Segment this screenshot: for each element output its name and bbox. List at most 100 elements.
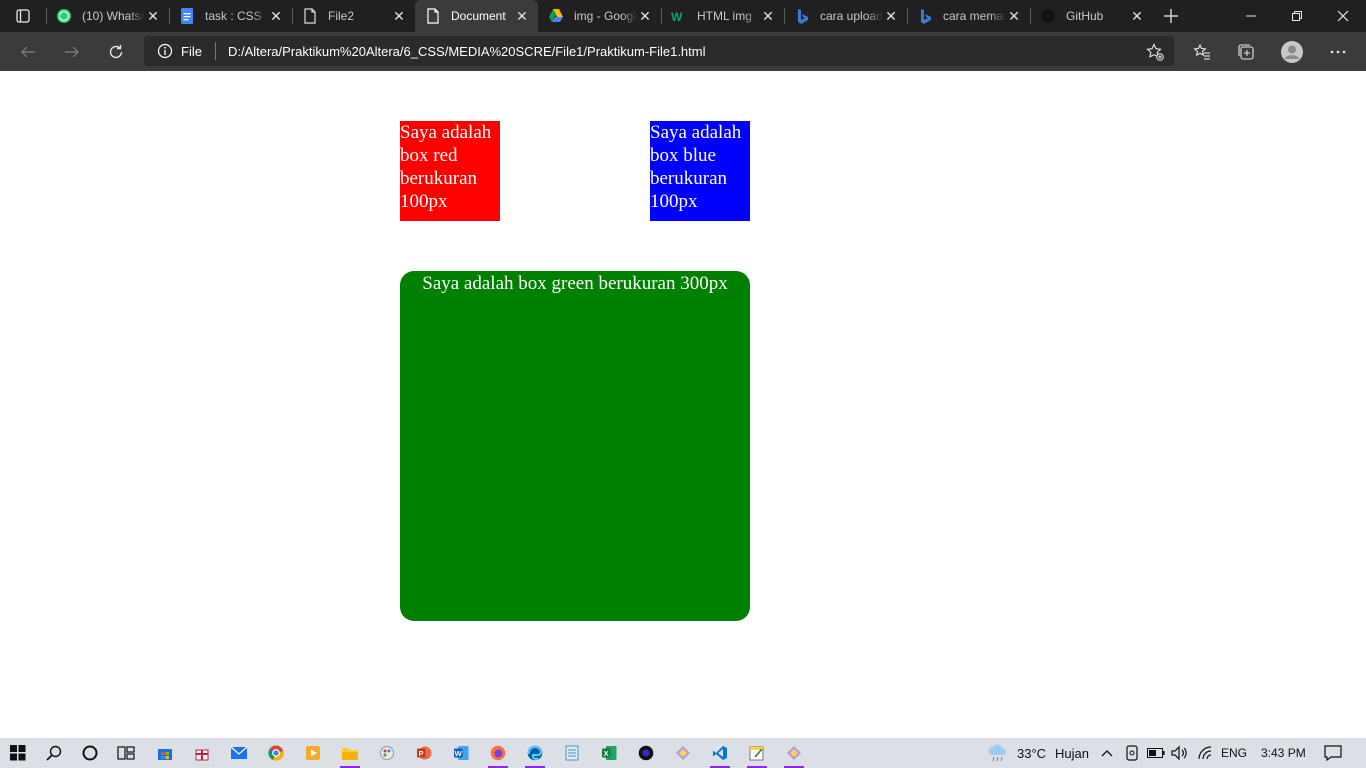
- green-box: Saya adalah box green berukuran 300px: [400, 271, 750, 621]
- google-docs-icon: [179, 8, 195, 24]
- tab-cara-upload[interactable]: cara upload ✕: [784, 0, 907, 32]
- settings-menu-button[interactable]: [1322, 36, 1354, 68]
- more-icon: [1330, 50, 1346, 54]
- tab-actions-button[interactable]: [0, 0, 46, 32]
- tab-close-icon[interactable]: ✕: [637, 8, 653, 24]
- file-explorer-icon: [342, 748, 358, 760]
- obs-app[interactable]: [628, 738, 664, 768]
- favorites-button[interactable]: [1186, 36, 1218, 68]
- powerpoint-app[interactable]: P: [406, 738, 442, 768]
- tab-title: Document: [451, 9, 506, 23]
- notepad-icon: [565, 745, 579, 761]
- media-icon: [306, 746, 320, 760]
- taskbar: P W X 33°C Hujan ENG 3:43 PM: [0, 738, 1366, 768]
- tab-close-icon[interactable]: ✕: [391, 8, 407, 24]
- tab-title: (10) WhatsApp: [82, 9, 145, 23]
- tab-google-drive[interactable]: img - Google Drive ✕: [538, 0, 661, 32]
- new-tab-button[interactable]: [1153, 0, 1189, 32]
- tab-close-icon[interactable]: ✕: [514, 8, 530, 24]
- tab-close-icon[interactable]: ✕: [1129, 8, 1145, 24]
- firefox-icon: [490, 745, 506, 761]
- sticky-notes-icon: [749, 746, 764, 761]
- task-view-button[interactable]: [108, 738, 144, 768]
- gift-icon: [195, 749, 209, 761]
- star-add-icon: [1146, 43, 1164, 61]
- tab-file2[interactable]: File2 ✕: [292, 0, 415, 32]
- tab-title: HTML img: [697, 9, 752, 23]
- input-language[interactable]: ENG: [1221, 738, 1247, 768]
- tab-title: cara memasang: [943, 9, 1006, 23]
- google-drive-icon: [548, 8, 564, 24]
- chrome-app[interactable]: [258, 738, 294, 768]
- tab-html-img[interactable]: W HTML img ✕: [661, 0, 784, 32]
- chrome-icon: [268, 745, 284, 761]
- info-icon[interactable]: [157, 43, 173, 59]
- browser-toolbar: File D:/Altera/Praktikum%20Altera/6_CSS/…: [0, 32, 1366, 71]
- clock[interactable]: 3:43 PM: [1261, 738, 1306, 768]
- svg-text:W: W: [455, 749, 463, 758]
- notepad-app[interactable]: [554, 738, 590, 768]
- minimize-button[interactable]: [1228, 0, 1274, 32]
- pinned-app-2[interactable]: [776, 738, 812, 768]
- plus-icon: [1164, 9, 1178, 23]
- pinned-app[interactable]: [665, 738, 701, 768]
- url-scheme-label: File: [181, 43, 202, 59]
- search-button[interactable]: [36, 738, 72, 768]
- forward-button[interactable]: [56, 36, 88, 68]
- url-text[interactable]: D:/Altera/Praktikum%20Altera/6_CSS/MEDIA…: [228, 44, 706, 59]
- task-view-icon: [117, 746, 135, 760]
- favorites-icon: [1193, 43, 1210, 60]
- vscode-app[interactable]: [702, 738, 738, 768]
- svg-text:X: X: [604, 749, 609, 758]
- excel-icon: X: [602, 746, 617, 760]
- profile-button[interactable]: [1276, 36, 1308, 68]
- app-icon-2: [787, 746, 801, 760]
- back-arrow-icon: [21, 46, 35, 58]
- start-button[interactable]: [0, 738, 36, 768]
- excel-app[interactable]: X: [591, 738, 627, 768]
- weather-widget[interactable]: [980, 738, 1016, 768]
- paint-app[interactable]: [369, 738, 405, 768]
- address-bar[interactable]: File D:/Altera/Praktikum%20Altera/6_CSS/…: [144, 36, 1174, 66]
- file-explorer-app[interactable]: [332, 738, 368, 768]
- tab-close-icon[interactable]: ✕: [1006, 8, 1022, 24]
- store-app[interactable]: [147, 738, 183, 768]
- refresh-icon: [109, 45, 123, 59]
- tab-actions-icon: [16, 9, 30, 23]
- tab-strip: (10) WhatsApp ✕ task : CSS ✕ File2 ✕ Doc…: [0, 0, 1366, 32]
- mail-app[interactable]: [221, 738, 257, 768]
- tab-close-icon[interactable]: ✕: [268, 8, 284, 24]
- close-window-button[interactable]: [1320, 0, 1366, 32]
- svg-text:W: W: [671, 10, 683, 24]
- tab-task-css[interactable]: task : CSS ✕: [169, 0, 292, 32]
- tab-close-icon[interactable]: ✕: [883, 8, 899, 24]
- tab-document-active[interactable]: Document ✕: [415, 0, 538, 32]
- add-favorite-button[interactable]: [1139, 36, 1171, 68]
- edge-app[interactable]: [517, 738, 553, 768]
- tab-title: GitHub: [1066, 9, 1104, 23]
- weather-temp[interactable]: 33°C: [1017, 738, 1046, 768]
- weather-condition[interactable]: Hujan: [1055, 738, 1089, 768]
- tab-close-icon[interactable]: ✕: [145, 8, 161, 24]
- cortana-icon: [82, 745, 98, 761]
- sticky-notes-app[interactable]: [739, 738, 775, 768]
- refresh-button[interactable]: [100, 36, 132, 68]
- tab-close-icon[interactable]: ✕: [760, 8, 776, 24]
- notifications-button[interactable]: [1315, 738, 1351, 768]
- back-button[interactable]: [12, 36, 44, 68]
- tab-github[interactable]: GitHub ✕: [1030, 0, 1153, 32]
- tab-cara-memasang[interactable]: cara memasang ✕: [907, 0, 1030, 32]
- page-icon: [302, 8, 318, 24]
- paint-icon: [380, 746, 394, 760]
- tab-whatsapp[interactable]: (10) WhatsApp ✕: [46, 0, 169, 32]
- network-button[interactable]: [1187, 738, 1223, 768]
- cortana-button[interactable]: [72, 738, 108, 768]
- firefox-app[interactable]: [480, 738, 516, 768]
- word-icon: W: [454, 746, 469, 760]
- collections-button[interactable]: [1230, 36, 1262, 68]
- restore-button[interactable]: [1274, 0, 1320, 32]
- media-app[interactable]: [295, 738, 331, 768]
- tab-title: task : CSS: [205, 9, 262, 23]
- gift-app[interactable]: [184, 738, 220, 768]
- word-app[interactable]: W: [443, 738, 479, 768]
